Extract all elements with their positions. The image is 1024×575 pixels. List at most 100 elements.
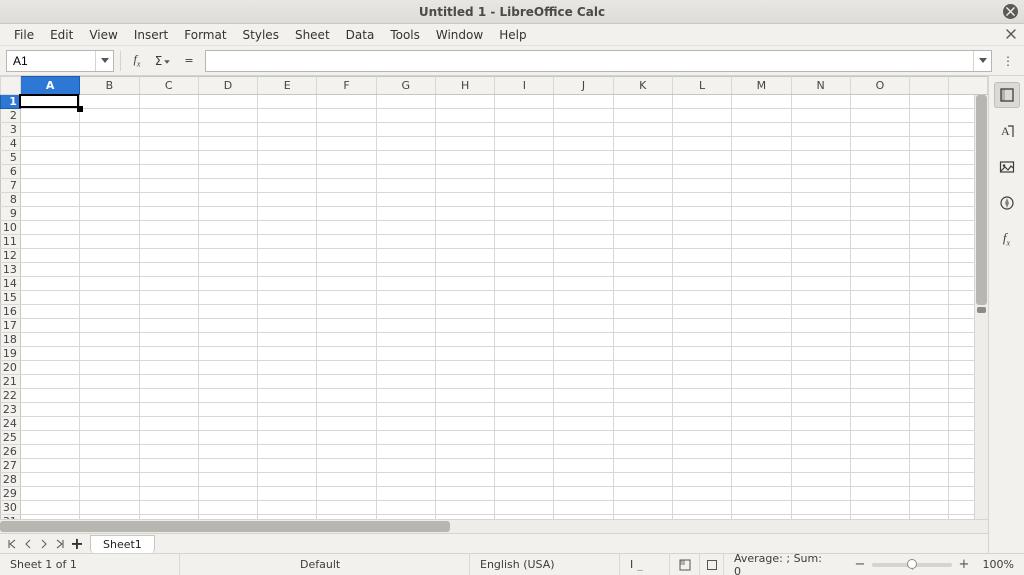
- cell[interactable]: [495, 445, 554, 459]
- cell[interactable]: [20, 347, 79, 361]
- cell[interactable]: [80, 109, 139, 123]
- cell[interactable]: [495, 95, 554, 109]
- cell[interactable]: [80, 347, 139, 361]
- cell[interactable]: [732, 235, 791, 249]
- cell[interactable]: [80, 389, 139, 403]
- cell[interactable]: [376, 403, 435, 417]
- cell[interactable]: [910, 249, 949, 263]
- cell[interactable]: [435, 95, 494, 109]
- cell[interactable]: [791, 221, 850, 235]
- cell[interactable]: [198, 361, 257, 375]
- cell[interactable]: [376, 109, 435, 123]
- cell[interactable]: [198, 305, 257, 319]
- column-header[interactable]: F: [317, 77, 376, 95]
- cell[interactable]: [910, 263, 949, 277]
- cell[interactable]: [495, 123, 554, 137]
- cell[interactable]: [20, 459, 79, 473]
- cell[interactable]: [791, 459, 850, 473]
- cell[interactable]: [376, 333, 435, 347]
- cell[interactable]: [791, 277, 850, 291]
- cell[interactable]: [554, 501, 613, 515]
- cell[interactable]: [732, 193, 791, 207]
- cell[interactable]: [198, 445, 257, 459]
- cell[interactable]: [376, 137, 435, 151]
- cell[interactable]: [80, 277, 139, 291]
- cell[interactable]: [495, 291, 554, 305]
- cell[interactable]: [139, 417, 198, 431]
- row-header[interactable]: 3: [1, 123, 21, 137]
- cell[interactable]: [139, 501, 198, 515]
- cell[interactable]: [376, 305, 435, 319]
- row-header[interactable]: 8: [1, 193, 21, 207]
- cell[interactable]: [732, 403, 791, 417]
- cell[interactable]: [20, 137, 79, 151]
- cell[interactable]: [80, 487, 139, 501]
- cell[interactable]: [495, 333, 554, 347]
- cell[interactable]: [554, 473, 613, 487]
- cell[interactable]: [732, 137, 791, 151]
- cell[interactable]: [613, 375, 672, 389]
- horizontal-scrollbar[interactable]: [0, 519, 988, 533]
- cell[interactable]: [850, 431, 909, 445]
- cell[interactable]: [910, 473, 949, 487]
- column-header[interactable]: O: [850, 77, 909, 95]
- cell[interactable]: [258, 137, 317, 151]
- column-header[interactable]: A: [20, 77, 79, 95]
- cell[interactable]: [317, 403, 376, 417]
- function-wizard-button[interactable]: fx: [127, 51, 147, 71]
- cell[interactable]: [20, 403, 79, 417]
- cell[interactable]: [850, 207, 909, 221]
- cell[interactable]: [435, 263, 494, 277]
- cell[interactable]: [80, 95, 139, 109]
- cell[interactable]: [20, 151, 79, 165]
- cell[interactable]: [732, 95, 791, 109]
- cell[interactable]: [732, 501, 791, 515]
- cell[interactable]: [732, 207, 791, 221]
- cell[interactable]: [554, 109, 613, 123]
- cell[interactable]: [376, 361, 435, 375]
- cell[interactable]: [139, 291, 198, 305]
- cell[interactable]: [20, 487, 79, 501]
- cell[interactable]: [258, 235, 317, 249]
- cell[interactable]: [139, 403, 198, 417]
- cell[interactable]: [198, 319, 257, 333]
- cell[interactable]: [732, 319, 791, 333]
- cell[interactable]: [554, 361, 613, 375]
- cell[interactable]: [20, 123, 79, 137]
- cell[interactable]: [495, 179, 554, 193]
- row-header[interactable]: 1: [1, 95, 21, 109]
- cell[interactable]: [376, 291, 435, 305]
- cell[interactable]: [376, 179, 435, 193]
- cell[interactable]: [317, 109, 376, 123]
- cell[interactable]: [139, 179, 198, 193]
- cell[interactable]: [317, 431, 376, 445]
- cell[interactable]: [910, 207, 949, 221]
- cell[interactable]: [613, 95, 672, 109]
- cell[interactable]: [672, 151, 731, 165]
- cell[interactable]: [554, 207, 613, 221]
- cell[interactable]: [258, 319, 317, 333]
- cell[interactable]: [20, 333, 79, 347]
- cell[interactable]: [435, 389, 494, 403]
- status-summary[interactable]: Average: ; Sum: 0: [724, 554, 846, 575]
- cell[interactable]: [613, 459, 672, 473]
- cell[interactable]: [435, 123, 494, 137]
- cell[interactable]: [672, 235, 731, 249]
- cell[interactable]: [139, 361, 198, 375]
- cell[interactable]: [554, 235, 613, 249]
- cell[interactable]: [258, 277, 317, 291]
- cell[interactable]: [613, 487, 672, 501]
- cell[interactable]: [791, 473, 850, 487]
- cell[interactable]: [732, 459, 791, 473]
- cell[interactable]: [732, 347, 791, 361]
- cell[interactable]: [139, 305, 198, 319]
- status-insert-mode[interactable]: I_: [620, 554, 670, 575]
- tab-last-button[interactable]: [52, 536, 68, 552]
- cell[interactable]: [791, 123, 850, 137]
- menu-sheet[interactable]: Sheet: [287, 25, 338, 45]
- cell[interactable]: [850, 319, 909, 333]
- cell[interactable]: [850, 193, 909, 207]
- cell[interactable]: [495, 221, 554, 235]
- cell[interactable]: [850, 487, 909, 501]
- cell[interactable]: [732, 361, 791, 375]
